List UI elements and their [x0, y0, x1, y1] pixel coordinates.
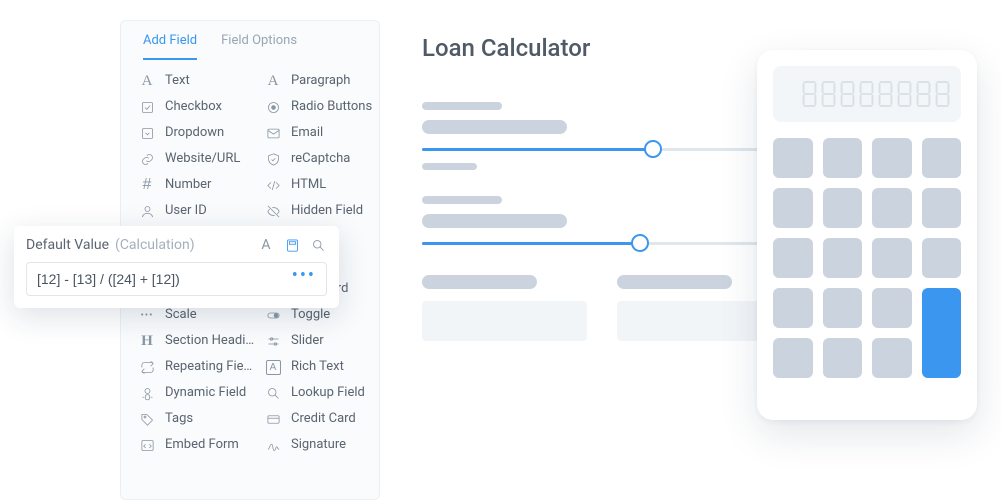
- calc-key: [773, 238, 813, 278]
- calc-key: [872, 188, 912, 228]
- calc-key: [823, 338, 863, 378]
- field-type-recaptcha[interactable]: reCaptcha: [291, 146, 381, 172]
- calc-key: [773, 138, 813, 178]
- output-field-1: [422, 301, 587, 341]
- calc-key: [872, 238, 912, 278]
- calculation-input[interactable]: [37, 271, 292, 287]
- field-type-hidden-field[interactable]: Hidden Field: [291, 198, 381, 224]
- calc-key: [872, 338, 912, 378]
- calc-key: [872, 138, 912, 178]
- seven-seg-digit: [915, 79, 932, 109]
- output-label-placeholder: [422, 275, 537, 289]
- popover-subtitle: (Calculation): [115, 237, 195, 253]
- desc-placeholder: [422, 120, 567, 134]
- calc-key: [872, 288, 912, 328]
- serif-a-icon: A: [137, 68, 157, 94]
- signature-icon: [263, 432, 283, 458]
- shield-icon: [263, 146, 283, 172]
- dropdown-icon: [137, 120, 157, 146]
- seven-seg-digit: [820, 79, 837, 109]
- label-placeholder: [422, 102, 502, 110]
- field-type-dropdown[interactable]: Dropdown: [165, 120, 255, 146]
- slider-2-thumb[interactable]: [631, 234, 649, 252]
- calculator-keypad: [773, 138, 961, 378]
- calc-key: [922, 188, 962, 228]
- seven-seg-digit: [934, 79, 951, 109]
- slider-1[interactable]: [422, 148, 762, 151]
- field-type-html[interactable]: HTML: [291, 172, 381, 198]
- seven-seg-digit: [858, 79, 875, 109]
- field-type-checkbox[interactable]: Checkbox: [165, 94, 255, 120]
- slider-1-thumb[interactable]: [644, 140, 662, 158]
- serif-a-icon: A: [263, 68, 283, 94]
- mode-calculation-icon[interactable]: [283, 236, 301, 254]
- calc-key: [823, 138, 863, 178]
- radio-icon: [263, 94, 283, 120]
- seven-seg-digit: [801, 79, 818, 109]
- repeat-icon: [137, 354, 157, 380]
- calc-key: [773, 288, 813, 328]
- field-type-email[interactable]: Email: [291, 120, 381, 146]
- output-label-placeholder: [617, 275, 732, 289]
- tag-icon: [137, 406, 157, 432]
- seven-seg-digit: [839, 79, 856, 109]
- seven-seg-digit: [896, 79, 913, 109]
- slider-2[interactable]: [422, 242, 762, 245]
- popover-title: Default Value: [26, 237, 109, 253]
- field-type-website-url[interactable]: Website/URL: [165, 146, 255, 172]
- field-type-section-heading[interactable]: Section Heading: [165, 328, 255, 354]
- slider-icon: [263, 328, 283, 354]
- field-type-credit-card[interactable]: Credit Card: [291, 406, 381, 432]
- field-type-repeating-fields[interactable]: Repeating Fields: [165, 354, 255, 380]
- field-type-lookup-field[interactable]: Lookup Field: [291, 380, 381, 406]
- field-type-paragraph[interactable]: Paragraph: [291, 68, 381, 94]
- calc-key-equals: [922, 288, 962, 378]
- link-icon: [137, 146, 157, 172]
- field-type-text[interactable]: Text: [165, 68, 255, 94]
- panel-tabs: Add Field Field Options: [121, 21, 379, 60]
- search-icon[interactable]: [309, 236, 327, 254]
- card-icon: [263, 406, 283, 432]
- label-placeholder: [422, 196, 502, 204]
- desc-placeholder: [422, 214, 567, 228]
- calculator-screen: [773, 66, 961, 122]
- calculation-input-wrap: •••: [26, 262, 327, 296]
- code-icon: [263, 172, 283, 198]
- field-type-signature[interactable]: Signature: [291, 432, 381, 458]
- dynamic-icon: [137, 380, 157, 406]
- calc-key: [823, 238, 863, 278]
- field-type-embed-form[interactable]: Embed Form: [165, 432, 255, 458]
- calc-key: [773, 188, 813, 228]
- field-type-dynamic-field[interactable]: Dynamic Field: [165, 380, 255, 406]
- calc-key: [922, 138, 962, 178]
- seven-seg-digit: [877, 79, 894, 109]
- user-icon: [137, 198, 157, 224]
- serif-h-icon: H: [137, 328, 157, 354]
- eye-off-icon: [263, 198, 283, 224]
- calc-key: [922, 238, 962, 278]
- field-type-rich-text[interactable]: Rich Text: [291, 354, 381, 380]
- tab-add-field[interactable]: Add Field: [143, 33, 197, 60]
- search-icon: [263, 380, 283, 406]
- field-type-user-id[interactable]: User ID: [165, 198, 255, 224]
- field-type-number[interactable]: Number: [165, 172, 255, 198]
- field-type-radio-buttons[interactable]: Radio Buttons: [291, 94, 381, 120]
- boxed-a-icon: A: [263, 354, 283, 380]
- mode-text-icon[interactable]: A: [257, 236, 275, 254]
- checkbox-icon: [137, 94, 157, 120]
- tab-field-options[interactable]: Field Options: [221, 33, 297, 60]
- embed-icon: [137, 432, 157, 458]
- hash-icon: #: [137, 172, 157, 198]
- envelope-icon: [263, 120, 283, 146]
- calculator-illustration: [757, 50, 977, 420]
- default-value-popover: Default Value (Calculation) A •••: [14, 226, 339, 308]
- calc-key: [823, 288, 863, 328]
- field-type-slider[interactable]: Slider: [291, 328, 381, 354]
- more-dots-icon[interactable]: •••: [292, 276, 316, 282]
- calc-key: [823, 188, 863, 228]
- value-placeholder: [422, 163, 477, 170]
- calc-key: [773, 338, 813, 378]
- field-type-tags[interactable]: Tags: [165, 406, 255, 432]
